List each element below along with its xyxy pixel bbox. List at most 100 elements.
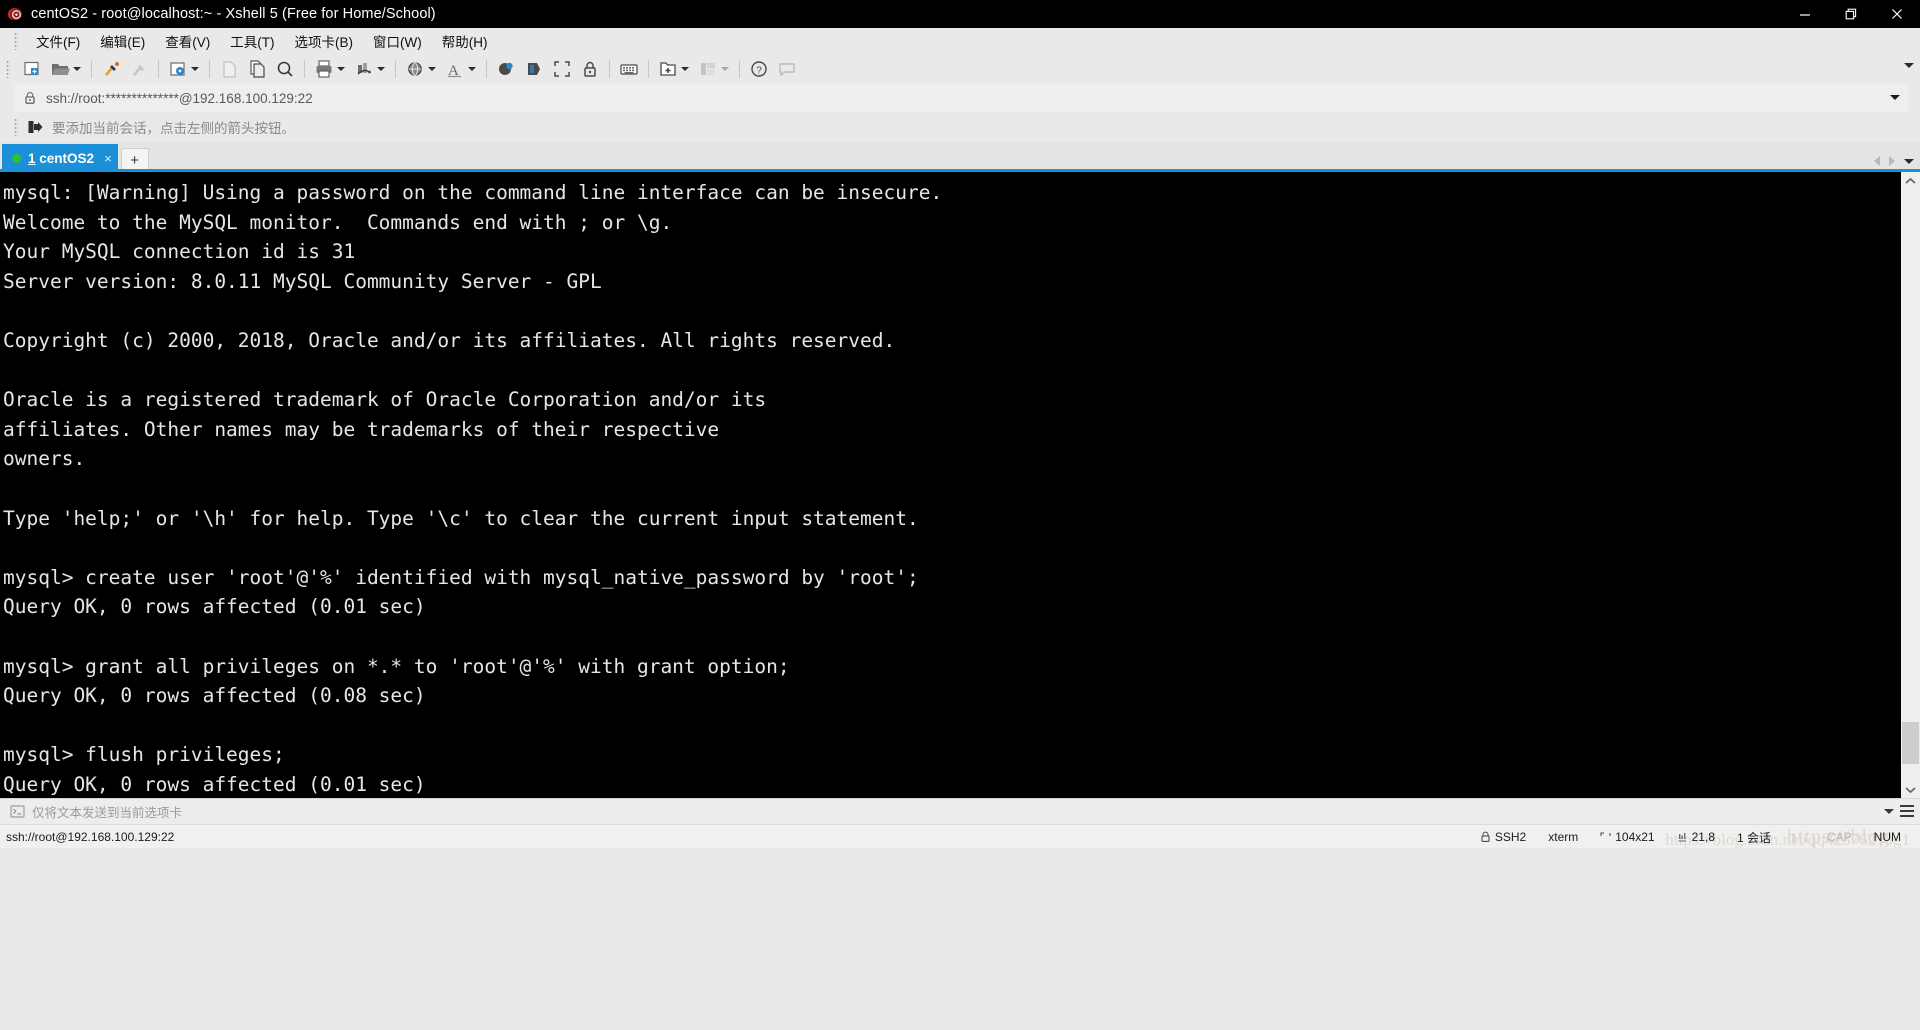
menu-drag-grip[interactable] bbox=[14, 32, 18, 50]
hint-drag-grip[interactable] bbox=[14, 118, 18, 136]
lock-icon bbox=[1480, 831, 1491, 843]
fullscreen-button[interactable] bbox=[548, 56, 576, 82]
menu-file[interactable]: 文件(F) bbox=[26, 29, 90, 53]
properties-dropdown-caret[interactable] bbox=[191, 67, 199, 71]
status-right-group: SSH2 xterm 104x21 21,8 1 会话 ↑ ↓ CAP NUM bbox=[1469, 825, 1912, 849]
tab-centos2[interactable]: 1 centOS2 × bbox=[2, 144, 118, 172]
lock-icon bbox=[22, 90, 38, 106]
open-folder-icon bbox=[49, 58, 71, 80]
print-dropdown-caret[interactable] bbox=[337, 67, 345, 71]
scrollbar-thumb[interactable] bbox=[1902, 722, 1919, 764]
title-bar[interactable]: centOS2 - root@localhost:~ - Xshell 5 (F… bbox=[0, 0, 1920, 28]
globe-button[interactable] bbox=[401, 56, 441, 82]
send-text-bar[interactable]: 仅将文本发送到当前选项卡 bbox=[0, 798, 1920, 824]
tab-bar: 1 centOS2 × + bbox=[0, 142, 1920, 172]
terminal-output[interactable]: mysql: [Warning] Using a password on the… bbox=[0, 172, 1901, 798]
toolbar-overflow-caret[interactable] bbox=[1904, 63, 1914, 68]
copy-button[interactable] bbox=[243, 56, 271, 82]
highlight-icon bbox=[523, 58, 545, 80]
tab-close-icon[interactable]: × bbox=[104, 152, 112, 165]
keyboard-icon bbox=[618, 58, 640, 80]
open-session-button[interactable] bbox=[46, 56, 86, 82]
log-dropdown-caret[interactable] bbox=[377, 67, 385, 71]
help-button[interactable]: ? bbox=[745, 56, 773, 82]
folder-dropdown-caret[interactable] bbox=[73, 67, 81, 71]
lock-button[interactable] bbox=[576, 56, 604, 82]
feedback-icon bbox=[776, 58, 798, 80]
keyboard-button[interactable] bbox=[615, 56, 643, 82]
toolbar-separator bbox=[609, 60, 610, 78]
layout-dropdown-caret[interactable] bbox=[721, 67, 729, 71]
status-caps-lock: CAP bbox=[1826, 830, 1852, 844]
new-folder-button[interactable] bbox=[654, 56, 694, 82]
highlight-button[interactable] bbox=[520, 56, 548, 82]
new-session-icon bbox=[21, 58, 43, 80]
disconnect-icon bbox=[128, 58, 150, 80]
menu-view[interactable]: 查看(V) bbox=[155, 29, 220, 53]
scroll-down-arrow-icon[interactable] bbox=[1901, 781, 1920, 798]
compose-pane-button[interactable] bbox=[492, 56, 520, 82]
font-dropdown-caret[interactable] bbox=[468, 67, 476, 71]
send-bar-menu-icon[interactable] bbox=[1900, 805, 1914, 820]
terminal-line: Server version: 8.0.11 MySQL Community S… bbox=[3, 269, 602, 293]
transfer-up-icon: ↑ bbox=[1789, 830, 1796, 844]
layout-button[interactable] bbox=[694, 56, 734, 82]
send-text-input[interactable]: 仅将文本发送到当前选项卡 bbox=[32, 802, 182, 821]
terminal-area: mysql: [Warning] Using a password on the… bbox=[0, 172, 1920, 798]
new-session-button[interactable] bbox=[18, 56, 46, 82]
globe-dropdown-caret[interactable] bbox=[428, 67, 436, 71]
toolbar: A ? bbox=[0, 54, 1920, 84]
terminal-line: Oracle is a registered trademark of Orac… bbox=[3, 388, 767, 412]
tab-bar-controls bbox=[1874, 156, 1914, 166]
session-properties-icon bbox=[167, 58, 189, 80]
terminal-scrollbar[interactable] bbox=[1901, 172, 1920, 798]
status-session-count: 1 会话 bbox=[1736, 830, 1771, 845]
scroll-up-arrow-icon[interactable] bbox=[1901, 172, 1920, 189]
terminal-line: Query OK, 0 rows affected (0.01 sec) bbox=[3, 595, 426, 619]
cut-button[interactable] bbox=[215, 56, 243, 82]
svg-text:?: ? bbox=[756, 66, 762, 77]
feedback-button[interactable] bbox=[773, 56, 801, 82]
send-bar-caret[interactable] bbox=[1884, 809, 1894, 814]
address-dropdown-caret[interactable] bbox=[1890, 95, 1900, 100]
restore-button[interactable] bbox=[1828, 0, 1874, 28]
terminal-line: Welcome to the MySQL monitor. Commands e… bbox=[3, 210, 673, 234]
tab-label: 1 centOS2 bbox=[28, 151, 94, 166]
status-terminal-type: xterm bbox=[1548, 830, 1579, 844]
new-folder-dropdown-caret[interactable] bbox=[681, 67, 689, 71]
menu-tabs[interactable]: 选项卡(B) bbox=[285, 29, 364, 53]
find-button[interactable] bbox=[271, 56, 299, 82]
menu-edit[interactable]: 编辑(E) bbox=[90, 29, 155, 53]
status-protocol: SSH2 bbox=[1469, 830, 1537, 844]
toolbar-separator bbox=[91, 60, 92, 78]
add-session-arrow-icon[interactable] bbox=[26, 118, 44, 136]
address-bar[interactable]: ssh://root:**************@192.168.100.12… bbox=[14, 84, 1908, 112]
menu-help[interactable]: 帮助(H) bbox=[432, 29, 498, 53]
print-button[interactable] bbox=[310, 56, 350, 82]
minimize-button[interactable] bbox=[1782, 0, 1828, 28]
address-input[interactable]: ssh://root:**************@192.168.100.12… bbox=[46, 91, 313, 106]
toolbar-drag-grip[interactable] bbox=[6, 60, 10, 78]
add-session-hint-text: 要添加当前会话，点击左侧的箭头按钮。 bbox=[52, 121, 295, 136]
find-icon bbox=[274, 58, 296, 80]
cut-icon bbox=[218, 58, 240, 80]
session-properties-button[interactable] bbox=[164, 56, 204, 82]
close-button[interactable] bbox=[1874, 0, 1920, 28]
terminal-line: mysql> create user 'root'@'%' identified… bbox=[3, 565, 919, 589]
menu-window[interactable]: 窗口(W) bbox=[363, 29, 432, 53]
toolbar-separator bbox=[648, 60, 649, 78]
tab-nav-right-icon[interactable] bbox=[1889, 156, 1895, 166]
connect-button[interactable] bbox=[97, 56, 125, 82]
tab-list-caret[interactable] bbox=[1904, 158, 1914, 164]
globe-icon bbox=[404, 58, 426, 80]
terminal-line: mysql> flush privileges; bbox=[3, 743, 285, 767]
font-button[interactable]: A bbox=[441, 56, 481, 82]
disconnect-button[interactable] bbox=[125, 56, 153, 82]
tab-nav-left-icon[interactable] bbox=[1874, 156, 1880, 166]
log-button[interactable] bbox=[350, 56, 390, 82]
terminal-line: mysql: [Warning] Using a password on the… bbox=[3, 181, 943, 204]
menu-tools[interactable]: 工具(T) bbox=[220, 29, 284, 53]
